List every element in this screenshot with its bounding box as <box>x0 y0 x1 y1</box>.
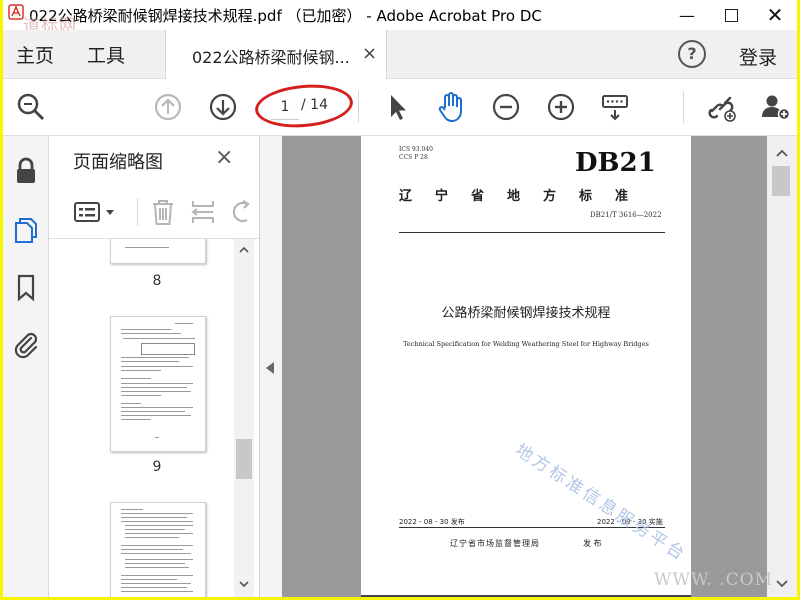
page-bottom-edge <box>361 595 691 597</box>
zoom-search-icon[interactable] <box>13 89 49 125</box>
panel-close-icon[interactable]: × <box>215 145 233 170</box>
minimize-icon: — <box>679 5 695 25</box>
maximize-button[interactable] <box>709 0 753 30</box>
lock-icon[interactable] <box>11 156 41 186</box>
thumbnail-scrollbar[interactable] <box>234 239 254 597</box>
pdf-page: ICS 93.040 CCS P 28 DB21 辽宁省地方标准 DB21/T … <box>361 136 691 597</box>
site-watermark: WWW. .COM <box>654 570 774 590</box>
thumbnail-page-number: 9 <box>152 459 162 475</box>
scroll-up-icon[interactable] <box>775 148 789 158</box>
tools-divider <box>137 198 138 226</box>
doc-title-en: Technical Specification for Welding Weat… <box>403 340 649 348</box>
doc-title-cn: 公路桥梁耐候钢焊接技术规程 <box>441 306 611 321</box>
select-cursor-icon[interactable] <box>380 89 416 125</box>
thumbnail-page-number: 8 <box>152 273 162 289</box>
acrobat-window: 022公路桥梁耐候钢焊接技术规程.pdf （已加密） - Adobe Acrob… <box>3 0 797 597</box>
pages-icon[interactable] <box>11 214 41 244</box>
doc-big-code: DB21 <box>575 148 656 178</box>
add-user-icon[interactable] <box>757 89 793 125</box>
thumbnail-page-10[interactable] <box>110 502 206 597</box>
insert-page-icon[interactable] <box>189 198 217 226</box>
title-bar: 022公路桥梁耐候钢焊接技术规程.pdf （已加密） - Adobe Acrob… <box>3 0 797 36</box>
tab-home[interactable]: 主页 <box>16 41 54 68</box>
toolbar: / 14 <box>3 79 797 136</box>
minimize-button[interactable]: — <box>665 0 709 30</box>
window-title: 022公路桥梁耐候钢焊接技术规程.pdf （已加密） - Adobe Acrob… <box>29 7 542 25</box>
delete-page-icon[interactable] <box>149 198 177 226</box>
attachment-icon[interactable] <box>11 329 41 359</box>
doc-issued: 发 布 <box>583 539 602 548</box>
tab-document-label: 022公路桥梁耐候钢... <box>192 48 350 67</box>
left-rail <box>3 136 49 597</box>
thumbnail-panel-title: 页面缩略图 <box>73 152 163 173</box>
share-link-icon[interactable] <box>703 89 739 125</box>
thumbnail-panel: 页面缩略图 × 8 9 <box>49 136 260 597</box>
scroll-down-icon[interactable] <box>775 578 789 588</box>
panel-splitter[interactable] <box>260 136 282 597</box>
acrobat-logo-icon <box>8 4 24 20</box>
zoom-in-icon[interactable] <box>543 89 579 125</box>
doc-ics-code: ICS 93.040 <box>399 146 433 153</box>
tab-bar: 主页 工具 022公路桥梁耐候钢... × ? 登录 <box>3 30 797 79</box>
close-button[interactable]: ✕ <box>753 0 797 30</box>
thumbnail-page-8[interactable] <box>110 239 206 264</box>
thumbnail-tools <box>49 186 259 239</box>
document-area: ICS 93.040 CCS P 28 DB21 辽宁省地方标准 DB21/T … <box>282 136 767 597</box>
doc-standard-number: DB21/T 3616—2022 <box>590 211 662 219</box>
scroll-up-icon[interactable] <box>238 245 250 255</box>
page-up-icon[interactable] <box>150 89 186 125</box>
document-scrollbar[interactable] <box>767 136 797 597</box>
scroll-down-icon[interactable] <box>238 579 250 589</box>
tab-tools[interactable]: 工具 <box>87 41 125 68</box>
zoom-out-icon[interactable] <box>488 89 524 125</box>
scrollbar-thumb[interactable] <box>772 166 790 196</box>
rotate-page-icon[interactable] <box>229 198 257 226</box>
tab-document[interactable]: 022公路桥梁耐候钢... × <box>165 30 387 79</box>
red-circle-annotation <box>253 80 355 132</box>
hand-tool-icon[interactable] <box>433 89 469 125</box>
page-down-icon[interactable] <box>205 89 241 125</box>
doc-rule <box>399 232 665 233</box>
doc-issuer: 辽宁省市场监督管理局 <box>450 539 540 548</box>
tab-close-icon[interactable]: × <box>362 43 377 64</box>
scrollbar-thumb[interactable] <box>236 439 252 479</box>
doc-release-date: 2022 - 08 - 30 发布 <box>399 518 465 526</box>
toolbar-divider <box>683 91 684 123</box>
close-icon: ✕ <box>766 3 784 27</box>
collapse-panel-icon[interactable] <box>266 362 274 374</box>
toolbar-divider <box>358 91 359 123</box>
maximize-icon <box>724 8 738 22</box>
keyboard-icon[interactable] <box>597 89 633 125</box>
doc-ccs-code: CCS P 28 <box>399 154 428 161</box>
thumbnail-options-icon[interactable] <box>73 200 119 224</box>
thumbnail-page-9[interactable] <box>110 316 206 452</box>
bookmark-icon[interactable] <box>11 272 41 302</box>
help-icon[interactable]: ? <box>678 40 706 68</box>
doc-province-standard: 辽宁省地方标准 <box>399 189 652 204</box>
login-button[interactable]: 登录 <box>739 43 777 70</box>
